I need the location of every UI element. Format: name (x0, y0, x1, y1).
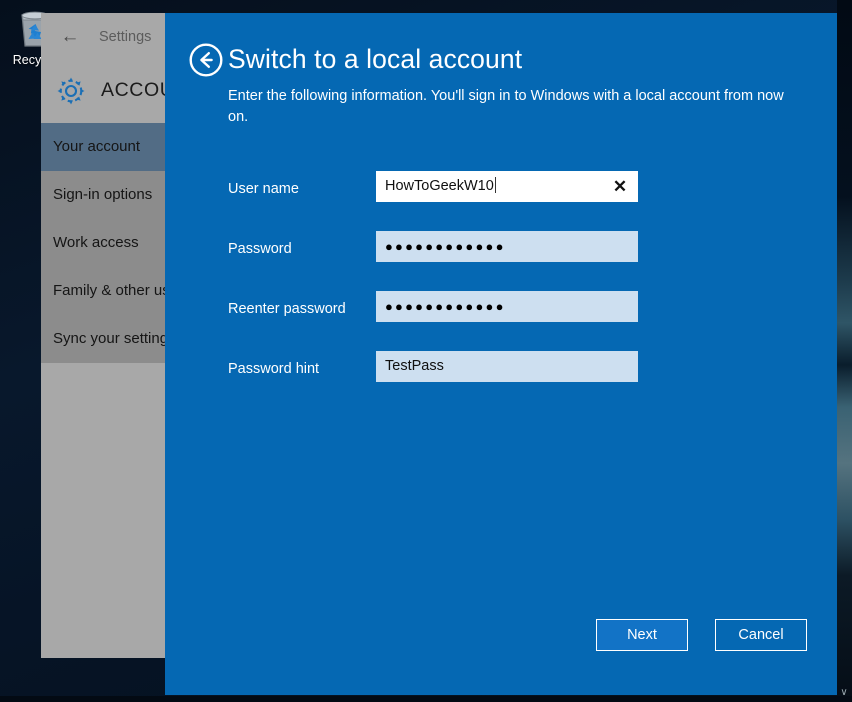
sidebar-item-label: Sign-in options (53, 186, 153, 203)
form-row-password: Password ●●●●●●●●●●●● (165, 228, 837, 288)
username-label: User name (228, 181, 299, 197)
reenter-password-value: ●●●●●●●●●●●● (385, 299, 506, 314)
sidebar-item-label: Your account (53, 138, 141, 155)
local-account-form: User name HowToGeekW10 ✕ Password ●●●●●●… (165, 168, 837, 408)
username-value: HowToGeekW10 (385, 178, 494, 194)
password-label: Password (228, 241, 292, 257)
password-hint-value: TestPass (385, 358, 444, 374)
circled-back-arrow-icon[interactable] (189, 43, 223, 77)
form-row-password-hint: Password hint TestPass (165, 348, 837, 408)
reenter-password-input[interactable]: ●●●●●●●●●●●● (376, 291, 638, 322)
text-caret (494, 177, 496, 193)
clear-x-icon[interactable]: ✕ (609, 176, 631, 198)
settings-back-arrow-icon[interactable]: ← (57, 25, 83, 49)
dialog-title: Switch to a local account (228, 44, 523, 74)
sidebar-item-label: Family & other us (53, 282, 170, 299)
password-hint-input[interactable]: TestPass (376, 351, 638, 382)
sidebar-item-label: Work access (53, 234, 139, 251)
sidebar-item-label: Sync your setting (53, 330, 169, 347)
password-input[interactable]: ●●●●●●●●●●●● (376, 231, 638, 262)
gear-icon (57, 77, 85, 105)
reenter-password-label: Reenter password (228, 301, 346, 317)
right-edge-scrollbar[interactable]: ∨ (837, 0, 852, 702)
password-value: ●●●●●●●●●●●● (385, 239, 506, 254)
desktop-background: Recycle ← Settings ACCOUNT Your account … (0, 0, 852, 702)
username-input[interactable]: HowToGeekW10 ✕ (376, 171, 638, 202)
form-row-username: User name HowToGeekW10 ✕ (165, 168, 837, 228)
dialog-button-bar: Next Cancel (596, 619, 807, 651)
form-row-reenter-password: Reenter password ●●●●●●●●●●●● (165, 288, 837, 348)
switch-to-local-account-dialog: Switch to a local account Enter the foll… (165, 13, 837, 695)
taskbar-strip (0, 696, 852, 702)
password-hint-label: Password hint (228, 361, 320, 377)
settings-window-title: Settings (99, 29, 152, 45)
dialog-header: Switch to a local account Enter the foll… (165, 13, 837, 128)
dialog-subtitle: Enter the following information. You'll … (228, 88, 784, 125)
next-button[interactable]: Next (596, 619, 688, 651)
cancel-button[interactable]: Cancel (715, 619, 807, 651)
